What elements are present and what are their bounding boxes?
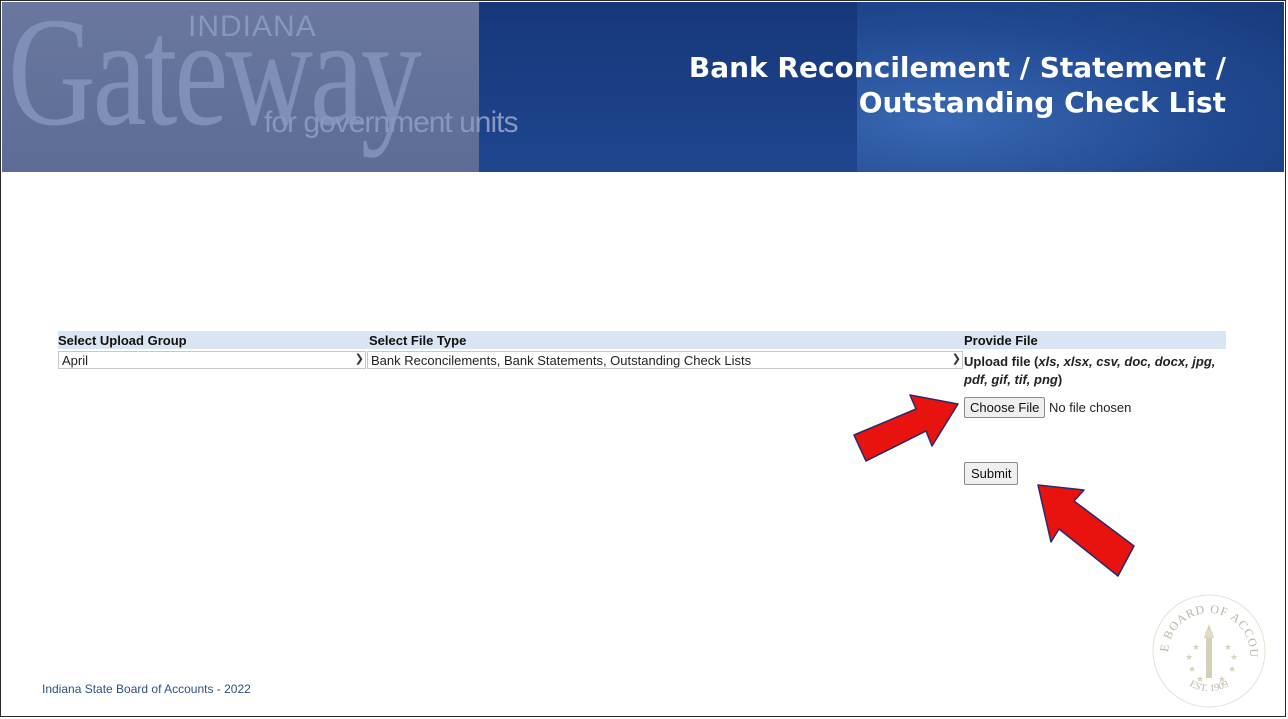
- seal-top-text: STATE BOARD OF ACCOUNTS: [1148, 590, 1260, 658]
- file-input-status: No file chosen: [1049, 400, 1132, 415]
- header-provide-file: Provide File: [964, 333, 1038, 348]
- file-type-select-value: Bank Reconcilements, Bank Statements, Ou…: [371, 353, 752, 368]
- svg-text:STATE BOARD OF ACCOUNTS: STATE BOARD OF ACCOUNTS: [1148, 590, 1261, 658]
- svg-text:★: ★: [1230, 653, 1238, 663]
- upload-file-label-suffix: ): [1057, 372, 1063, 387]
- upload-file-label-prefix: Upload file (: [964, 354, 1039, 369]
- file-type-select[interactable]: Bank Reconcilements, Bank Statements, Ou…: [367, 351, 963, 369]
- state-board-of-accounts-seal: STATE BOARD OF ACCOUNTS EST. 1909 ★★★ ★★…: [1148, 590, 1266, 708]
- header-select-upload-group: Select Upload Group: [58, 333, 187, 348]
- submit-button[interactable]: Submit: [964, 462, 1019, 485]
- page-title-line1: Bank Reconcilement / Statement /: [688, 51, 1226, 84]
- header-banner: Gateway INDIANA for government units Ban…: [2, 2, 1284, 172]
- page-title-line2: Outstanding Check List: [858, 86, 1226, 119]
- footer-copyright: Indiana State Board of Accounts - 2022: [42, 682, 251, 696]
- arrow-to-choose-file-icon: [853, 394, 959, 462]
- chevron-down-icon: ❯: [354, 353, 364, 365]
- chevron-down-icon: ❯: [951, 353, 961, 365]
- upload-group-select-value: April: [62, 353, 89, 368]
- upload-group-select[interactable]: April ❯: [58, 351, 366, 369]
- submit-wrap: Submit: [964, 462, 1019, 485]
- file-input[interactable]: Choose File No file chosen: [964, 397, 1131, 418]
- svg-text:★: ★: [1188, 665, 1196, 675]
- page-title: Bank Reconcilement / Statement / Outstan…: [666, 50, 1226, 120]
- upload-form-header-row: Select Upload Group Select File Type Pro…: [58, 331, 1226, 349]
- header-select-file-type: Select File Type: [369, 333, 467, 348]
- svg-text:★: ★: [1228, 665, 1236, 675]
- logo-indiana-text: INDIANA: [188, 10, 317, 43]
- upload-file-instructions: Upload file (xls, xlsx, csv, doc, docx, …: [964, 353, 1232, 389]
- logo-tagline: for government units: [264, 106, 518, 139]
- choose-file-button[interactable]: Choose File: [964, 397, 1046, 418]
- svg-text:★: ★: [1196, 675, 1204, 685]
- svg-text:★: ★: [1224, 643, 1232, 653]
- svg-text:★: ★: [1185, 653, 1193, 663]
- svg-text:★: ★: [1218, 675, 1226, 685]
- arrow-to-submit-icon: [1037, 484, 1135, 577]
- svg-text:★: ★: [1192, 643, 1200, 653]
